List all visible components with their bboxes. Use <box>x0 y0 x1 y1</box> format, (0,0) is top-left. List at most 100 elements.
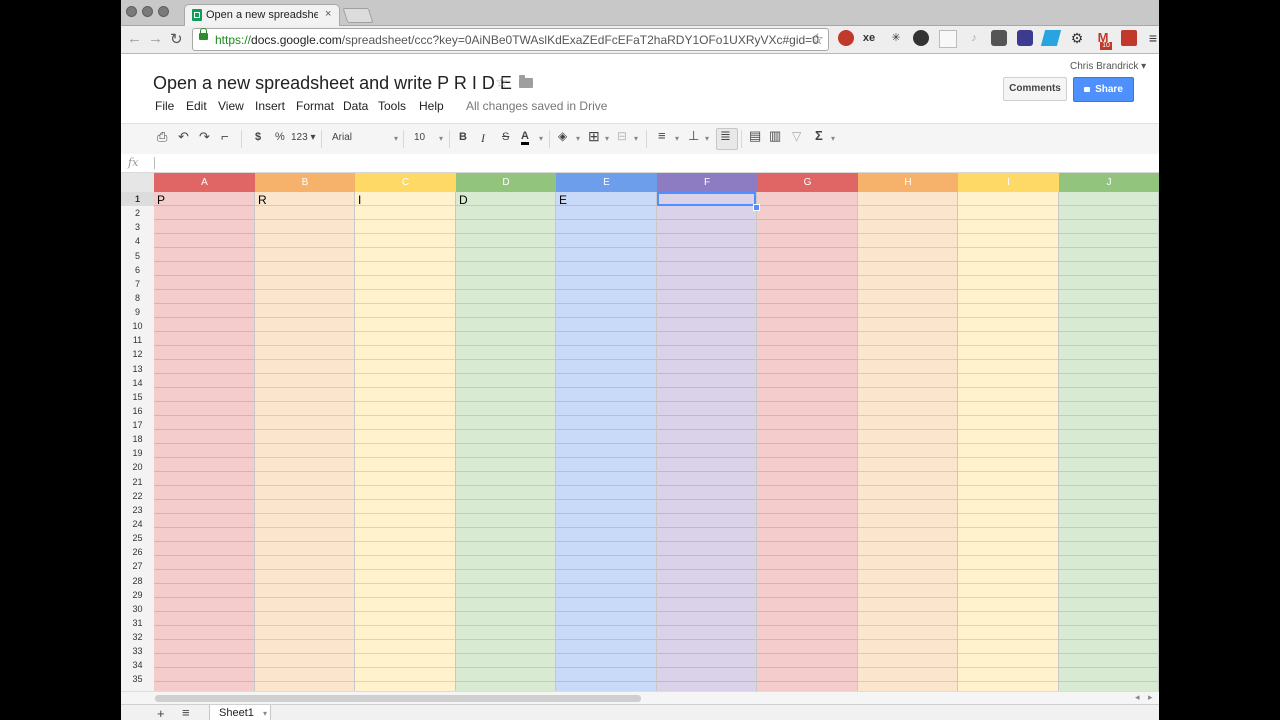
extension-bug-icon[interactable]: ✳ <box>888 30 904 46</box>
extension-red-icon[interactable] <box>838 30 854 46</box>
row-header[interactable]: 16 <box>121 404 154 418</box>
row-header[interactable]: 8 <box>121 291 154 305</box>
column-header-j[interactable]: J <box>1059 173 1159 192</box>
browser-tab[interactable]: Open a new spreadsheet a × <box>184 4 340 26</box>
row-header[interactable]: 9 <box>121 305 154 319</box>
forward-icon[interactable]: → <box>148 30 163 47</box>
row-header[interactable]: 15 <box>121 390 154 404</box>
row-header[interactable]: 10 <box>121 319 154 333</box>
column-cells-b[interactable] <box>255 192 355 691</box>
menu-view[interactable]: View <box>218 99 244 113</box>
selected-cell-f1[interactable] <box>657 192 756 206</box>
comments-button[interactable]: Comments <box>1003 77 1067 101</box>
column-header-g[interactable]: G <box>757 173 859 192</box>
horizontal-align-chevron-icon[interactable]: ▾ <box>675 134 679 143</box>
text-color-chevron-icon[interactable]: ▾ <box>539 134 543 143</box>
column-cells-h[interactable] <box>858 192 958 691</box>
minimize-window-button[interactable] <box>142 6 153 17</box>
filter-icon[interactable]: ▽ <box>792 129 801 143</box>
column-header-d[interactable]: D <box>456 173 557 192</box>
cell-d1[interactable]: D <box>459 193 468 207</box>
merge-chevron-icon[interactable]: ▾ <box>634 134 638 143</box>
folder-icon[interactable] <box>519 75 533 88</box>
currency-format-button[interactable]: $ <box>255 131 261 143</box>
borders-icon[interactable]: ⊞ <box>588 128 600 145</box>
row-header[interactable]: 14 <box>121 376 154 390</box>
menu-edit[interactable]: Edit <box>186 99 207 113</box>
row-header[interactable]: 1 <box>121 192 154 206</box>
strikethrough-button[interactable]: S <box>502 131 509 143</box>
column-header-a[interactable]: A <box>154 173 256 192</box>
bookmark-star-icon[interactable]: ☆ <box>811 30 824 48</box>
gear-icon[interactable]: ⚙ <box>1069 30 1085 46</box>
menu-tools[interactable]: Tools <box>378 99 406 113</box>
row-header[interactable]: 33 <box>121 644 154 658</box>
scroll-left-icon[interactable]: ◂ <box>1135 692 1140 703</box>
extension-frame-icon[interactable] <box>939 30 957 48</box>
row-header[interactable]: 19 <box>121 446 154 460</box>
row-header[interactable]: 25 <box>121 531 154 545</box>
font-family-chevron-icon[interactable]: ▾ <box>394 134 398 143</box>
menu-format[interactable]: Format <box>296 99 334 113</box>
row-header[interactable]: 27 <box>121 559 154 573</box>
text-color-button[interactable]: A <box>521 131 529 145</box>
cell-b1[interactable]: R <box>258 193 267 207</box>
insert-chart-icon[interactable]: ▥ <box>769 128 781 144</box>
paint-format-icon[interactable]: ⌐ <box>221 129 229 144</box>
undo-icon[interactable]: ↶ <box>178 129 189 145</box>
menu-insert[interactable]: Insert <box>255 99 285 113</box>
cell-e1[interactable]: E <box>559 193 567 207</box>
italic-button[interactable]: I <box>481 131 485 146</box>
font-size-chevron-icon[interactable]: ▾ <box>439 134 443 143</box>
row-header[interactable]: 22 <box>121 489 154 503</box>
row-header[interactable]: 7 <box>121 277 154 291</box>
merge-cells-icon[interactable]: ⊟ <box>617 129 627 143</box>
user-account-menu[interactable]: Chris Brandrick ▾ <box>1070 61 1146 72</box>
insert-comment-icon[interactable]: ▤ <box>749 128 761 144</box>
horizontal-align-icon[interactable]: ≡ <box>658 128 666 143</box>
tab-close-icon[interactable]: × <box>325 8 331 20</box>
chrome-menu-icon[interactable]: ≡ <box>1145 30 1159 46</box>
column-header-b[interactable]: B <box>255 173 356 192</box>
row-header[interactable]: 20 <box>121 460 154 474</box>
row-header[interactable]: 11 <box>121 333 154 347</box>
fill-color-chevron-icon[interactable]: ▾ <box>576 134 580 143</box>
wrap-text-icon[interactable]: ≣ <box>720 128 731 144</box>
back-icon[interactable]: ← <box>127 30 142 47</box>
cell-c1[interactable]: I <box>358 193 361 207</box>
vertical-align-chevron-icon[interactable]: ▾ <box>705 134 709 143</box>
font-family-dropdown[interactable]: Arial <box>332 132 352 143</box>
row-header[interactable]: 12 <box>121 347 154 361</box>
fill-color-icon[interactable]: ◈ <box>558 129 567 143</box>
column-cells-j[interactable] <box>1059 192 1159 691</box>
row-header[interactable]: 26 <box>121 545 154 559</box>
print-icon[interactable]: ⎙ <box>157 129 167 145</box>
column-cells-f[interactable] <box>657 192 757 691</box>
column-cells-e[interactable] <box>556 192 657 691</box>
bold-button[interactable]: B <box>459 131 467 143</box>
document-title[interactable]: Open a new spreadsheet and write P R I D… <box>153 73 512 94</box>
new-tab-button[interactable] <box>342 8 374 23</box>
row-header[interactable]: 21 <box>121 475 154 489</box>
row-header[interactable]: 17 <box>121 418 154 432</box>
scroll-right-icon[interactable]: ▸ <box>1148 692 1153 703</box>
row-header[interactable]: 5 <box>121 249 154 263</box>
scrollbar-thumb[interactable] <box>155 695 641 702</box>
close-window-button[interactable] <box>126 6 137 17</box>
menu-data[interactable]: Data <box>343 99 368 113</box>
sheet-tab-menu-icon[interactable]: ▾ <box>263 709 267 718</box>
sheet-list-icon[interactable]: ≡ <box>182 705 190 720</box>
row-header[interactable]: 34 <box>121 658 154 672</box>
title-star-icon[interactable]: ☆ <box>495 73 508 91</box>
row-header[interactable]: 32 <box>121 630 154 644</box>
extension-blue-icon[interactable] <box>1040 30 1062 46</box>
menu-help[interactable]: Help <box>419 99 444 113</box>
column-cells-g[interactable] <box>757 192 858 691</box>
sheet-tab-sheet1[interactable]: Sheet1 ▾ <box>209 705 271 720</box>
row-header[interactable]: 24 <box>121 517 154 531</box>
row-header[interactable]: 2 <box>121 206 154 220</box>
menu-file[interactable]: File <box>155 99 174 113</box>
row-header[interactable]: 30 <box>121 602 154 616</box>
horizontal-scrollbar[interactable]: ◂ ▸ <box>121 691 1159 705</box>
address-bar[interactable]: https://docs.google.com/spreadsheet/ccc?… <box>192 28 829 51</box>
